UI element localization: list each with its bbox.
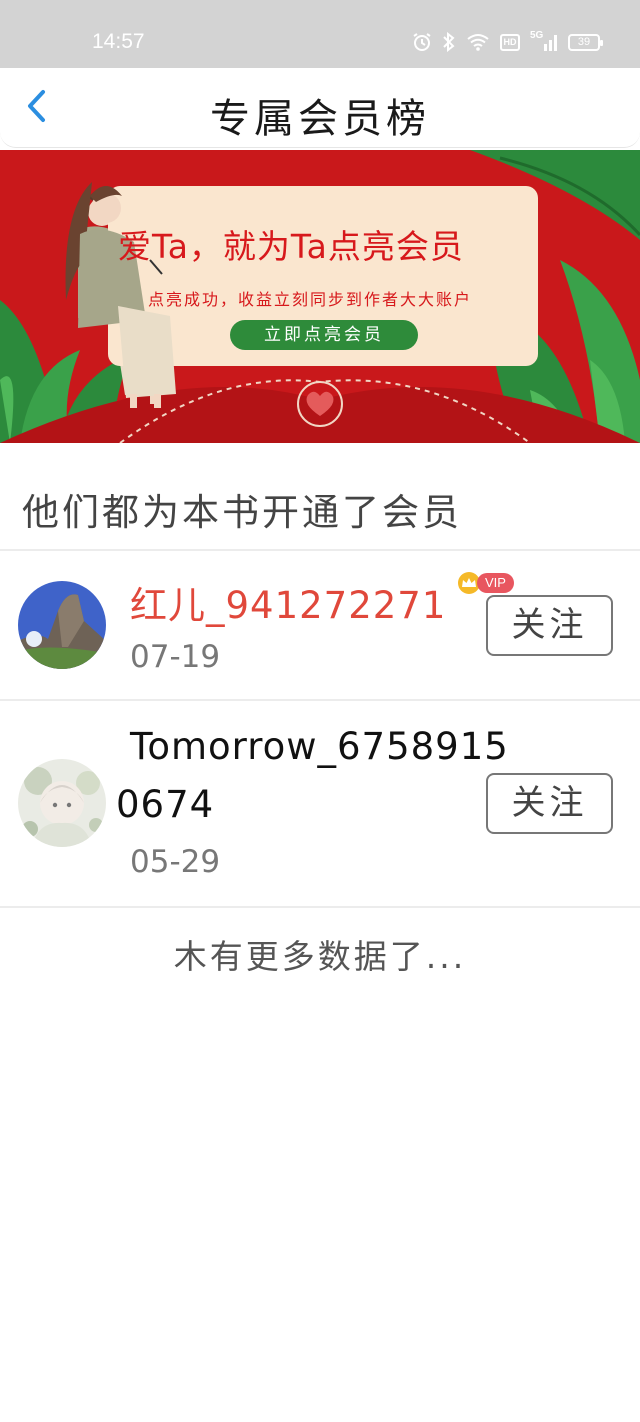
follow-button[interactable]: 关注 bbox=[486, 773, 613, 834]
battery-icon: 39 bbox=[568, 33, 603, 51]
wifi-icon bbox=[466, 33, 490, 51]
no-more-data-text: 木有更多数据了... bbox=[173, 937, 467, 976]
vip-label: VIP bbox=[477, 573, 514, 593]
status-bar: 14:57 HD 5G 39 bbox=[0, 0, 640, 68]
member-name-line1[interactable]: Tomorrow_6758915 bbox=[130, 725, 509, 768]
nav-bar: 专属会员榜 bbox=[0, 68, 640, 148]
list-item: Tomorrow_6758915 0674 05-29 关注 bbox=[0, 701, 640, 906]
status-time: 14:57 bbox=[92, 30, 145, 53]
avatar bbox=[18, 581, 106, 669]
signal-5g-icon: 5G bbox=[530, 30, 558, 52]
member-name-line2[interactable]: 0674 bbox=[116, 783, 214, 826]
promo-banner[interactable]: 爱Ta，就为Ta点亮会员 点亮成功，收益立刻同步到作者大大账户 立即点亮会员 bbox=[0, 150, 640, 443]
member-date: 05-29 bbox=[130, 844, 221, 880]
member-name[interactable]: 红儿_941272271 bbox=[130, 575, 446, 629]
bluetooth-icon bbox=[442, 32, 456, 52]
follow-button[interactable]: 关注 bbox=[486, 595, 613, 656]
avatar bbox=[18, 759, 106, 847]
divider bbox=[0, 906, 640, 908]
hd-icon: HD bbox=[500, 33, 520, 51]
status-icons: HD 5G 39 bbox=[412, 30, 603, 54]
alarm-icon bbox=[412, 32, 432, 52]
vip-badge: VIP bbox=[457, 572, 514, 594]
list-item: 红儿_941272271 VIP 07-19 关注 bbox=[0, 551, 640, 699]
banner-headline: 爱Ta，就为Ta点亮会员 bbox=[118, 227, 464, 266]
member-date: 07-19 bbox=[130, 639, 221, 675]
light-up-member-button[interactable]: 立即点亮会员 bbox=[230, 320, 418, 350]
page-title: 专属会员榜 bbox=[210, 96, 430, 142]
section-title: 他们都为本书开通了会员 bbox=[22, 491, 462, 534]
banner-subtitle: 点亮成功，收益立刻同步到作者大大账户 bbox=[148, 290, 473, 309]
